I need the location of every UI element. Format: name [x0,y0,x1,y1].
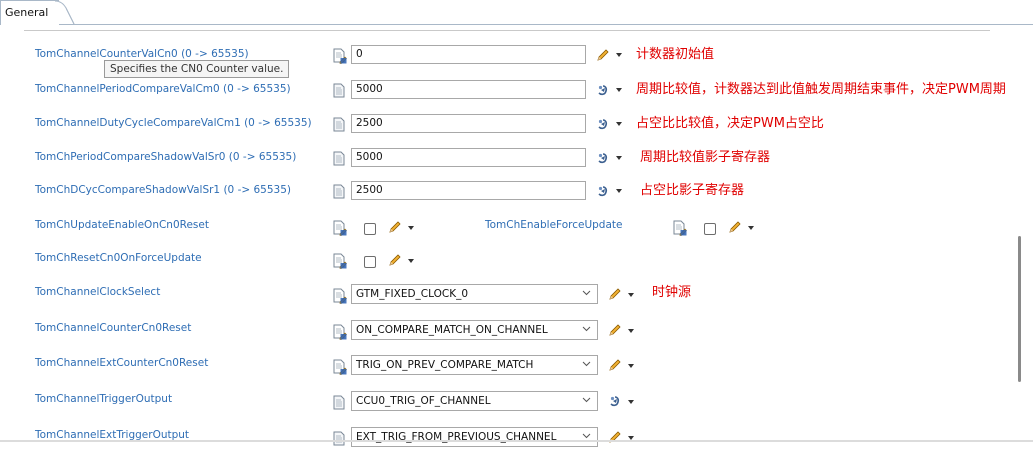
annotation-note: 占空比比较值，决定PWM占空比 [636,116,824,131]
calculated-value-icon[interactable] [596,117,610,131]
document-pencil-icon[interactable] [333,48,347,64]
reset-cn0-checkbox[interactable] [364,256,376,268]
tab-shape [54,0,75,25]
field-label: TomChannelPeriodCompareValCm0 (0 -> 6553… [35,83,291,95]
update-enable-checkbox[interactable] [364,223,376,235]
document-pencil-icon[interactable] [673,220,687,236]
pencil-icon[interactable] [608,323,622,337]
field-label: TomChDCycCompareShadowValSr1 (0 -> 65535… [35,184,291,196]
document-pencil-icon[interactable] [333,253,347,269]
caret-down-icon[interactable] [616,122,622,126]
duty-cycle-cm1-input[interactable]: 2500 [351,114,586,133]
group-frame-top [24,30,990,31]
clock-select-combo[interactable]: GTM_FIXED_CLOCK_0 [351,284,598,304]
field-label: TomChannelExtCounterCn0Reset [35,357,209,369]
pencil-icon[interactable] [608,287,622,301]
calculated-value-icon[interactable] [608,394,622,408]
field-label: TomChResetCn0OnForceUpdate [35,252,202,264]
tab-bar: General [0,0,1033,25]
document-icon[interactable] [333,395,347,411]
pencil-icon[interactable] [728,220,742,234]
annotation-note: 时钟源 [652,285,692,300]
caret-down-icon[interactable] [748,226,754,230]
caret-down-icon[interactable] [628,364,634,368]
tooltip: Specifies the CN0 Counter value. [104,60,290,78]
field-label: TomChEnableForceUpdate [485,219,623,231]
caret-down-icon[interactable] [616,156,622,160]
field-label: TomChannelDutyCycleCompareValCm1 (0 -> 6… [35,117,312,129]
counter-val-cn0-input[interactable]: 0 [351,45,586,64]
combo-value: TRIG_ON_PREV_COMPARE_MATCH [356,359,534,371]
combo-value: ON_COMPARE_MATCH_ON_CHANNEL [356,324,548,336]
document-pencil-icon[interactable] [333,220,347,236]
period-compare-cm0-input[interactable]: 5000 [351,80,586,99]
annotation-note: 占空比影子寄存器 [640,183,745,198]
check-row-update-enable: TomChUpdateEnableOnCn0Reset TomChEnableF… [0,216,1033,244]
chevron-down-icon [582,397,591,403]
combo-row-clock-select: TomChannelClockSelect GTM_FIXED_CLOCK_0 … [0,283,1033,311]
document-icon[interactable] [333,83,347,99]
field-label: TomChUpdateEnableOnCn0Reset [35,219,209,231]
vertical-scrollbar[interactable] [1018,236,1021,382]
annotation-note: 计数器初始值 [636,47,715,62]
caret-down-icon[interactable] [408,259,414,263]
dcyc-shadow-sr1-input[interactable]: 2500 [351,181,586,200]
document-pencil-icon[interactable] [333,288,347,304]
period-shadow-sr0-input[interactable]: 5000 [351,148,586,167]
trigger-output-combo[interactable]: CCU0_TRIG_OF_CHANNEL [351,391,598,411]
caret-down-icon[interactable] [628,329,634,333]
caret-down-icon[interactable] [408,226,414,230]
field-row-period-compare-cm0: TomChannelPeriodCompareValCm0 (0 -> 6553… [0,80,1033,108]
check-row-reset-cn0: TomChResetCn0OnForceUpdate [0,249,1033,277]
document-icon[interactable] [333,184,347,200]
counter-reset-combo[interactable]: ON_COMPARE_MATCH_ON_CHANNEL [351,320,598,340]
combo-row-ext-counter-reset: TomChannelExtCounterCn0Reset TRIG_ON_PRE… [0,354,1033,382]
document-icon[interactable] [333,431,347,447]
chevron-down-icon [582,290,591,296]
caret-down-icon[interactable] [628,293,634,297]
field-label: TomChannelCounterCn0Reset [35,322,192,334]
caret-down-icon[interactable] [616,53,622,57]
field-label: TomChannelTriggerOutput [35,393,173,405]
ext-trigger-output-combo[interactable]: EXT_TRIG_FROM_PREVIOUS_CHANNEL [351,427,598,447]
document-icon[interactable] [333,117,347,133]
field-row-dcyc-shadow-sr1: TomChDCycCompareShadowValSr1 (0 -> 65535… [0,181,1033,209]
annotation-note: 周期比较值影子寄存器 [640,150,771,165]
field-row-period-shadow-sr0: TomChPeriodCompareShadowValSr0 (0 -> 655… [0,148,1033,176]
tab-underline [0,24,1033,25]
document-pencil-icon[interactable] [333,324,347,340]
caret-down-icon[interactable] [616,88,622,92]
caret-down-icon[interactable] [616,189,622,193]
combo-row-counter-reset: TomChannelCounterCn0Reset ON_COMPARE_MAT… [0,319,1033,347]
chevron-down-icon [582,361,591,367]
combo-value: CCU0_TRIG_OF_CHANNEL [356,395,491,407]
field-label: TomChPeriodCompareShadowValSr0 (0 -> 655… [35,151,297,163]
chevron-down-icon [582,433,591,439]
pencil-icon[interactable] [388,253,402,267]
pencil-icon[interactable] [388,220,402,234]
calculated-value-icon[interactable] [596,83,610,97]
chevron-down-icon [582,326,591,332]
ext-counter-reset-combo[interactable]: TRIG_ON_PREV_COMPARE_MATCH [351,355,598,375]
calculated-value-icon[interactable] [596,184,610,198]
document-icon[interactable] [333,151,347,167]
pencil-icon[interactable] [608,358,622,372]
pencil-icon[interactable] [596,48,610,62]
annotation-note: 周期比较值，计数器达到此值触发周期结束事件，决定PWM周期 [636,82,1006,97]
caret-down-icon[interactable] [628,400,634,404]
combo-row-trigger-output: TomChannelTriggerOutput CCU0_TRIG_OF_CHA… [0,390,1033,418]
field-label: TomChannelClockSelect [35,286,161,298]
combo-value: GTM_FIXED_CLOCK_0 [356,288,469,300]
calculated-value-icon[interactable] [596,151,610,165]
document-pencil-icon[interactable] [333,359,347,375]
force-update-checkbox[interactable] [704,223,716,235]
field-row-duty-cycle-cm1: TomChannelDutyCycleCompareValCm1 (0 -> 6… [0,114,1033,142]
